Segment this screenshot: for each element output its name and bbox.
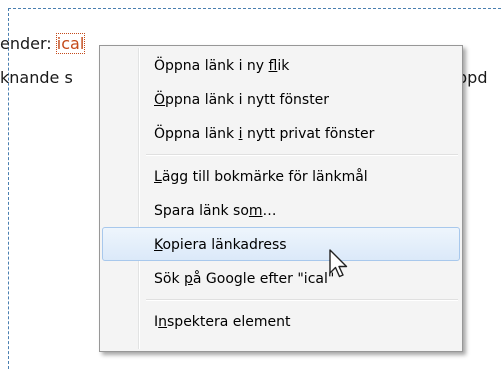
page: ender: ical knande s ppd Öppna länk i ny… [0,0,501,369]
menu-item-search-google[interactable]: Sök på Google efter "ical" [102,261,460,295]
ical-link[interactable]: ical [55,33,86,54]
access-key: Ö [154,92,166,108]
arrow-pointer-icon [329,249,348,278]
menu-separator [102,150,460,159]
menu-item-save-link-as[interactable]: Spara länk som… [102,193,460,227]
menu-item-label: ppna länk i nytt fönster [165,92,330,108]
menu-item-label: Öppna länk i ny [154,58,269,74]
access-key: n [158,314,168,330]
access-key: L [154,169,162,185]
access-key: p [184,271,193,287]
menu-separator [102,295,460,304]
editor-frame-left [8,8,9,369]
menu-item-copy-link-address[interactable]: Kopiera länkadress [102,227,460,261]
menu-item-label: opiera länkadress [162,237,287,253]
menu-item-label: å Google efter "ical" [192,271,335,287]
menu-item-label: Spara länk so [154,203,249,219]
background-text-prefix: ender: [0,34,57,53]
menu-item-open-new-window[interactable]: Öppna länk i nytt fönster [102,82,460,116]
menu-item-label: nytt privat fönster [242,126,375,142]
menu-item-label: Öppna länk [154,126,239,142]
menu-item-open-private-window[interactable]: Öppna länk i nytt privat fönster [102,116,460,150]
menu-item-inspect-element[interactable]: Inspektera element [102,304,460,338]
editor-frame-top [8,8,501,9]
menu-item-label: ägg till bokmärke för länkmål [161,169,368,185]
menu-item-open-new-tab[interactable]: Öppna länk i ny flik [102,48,460,82]
menu-item-bookmark-link[interactable]: Lägg till bokmärke för länkmål [102,159,460,193]
background-text-line-2: knande s [0,68,73,87]
menu-item-label: spektera element [167,314,291,330]
menu-item-label: … [262,203,277,219]
menu-item-label: Sök [154,271,185,287]
context-menu: Öppna länk i ny flik Öppna länk i nytt f… [99,45,463,352]
menu-item-label: lik [277,58,290,74]
background-text-line-1: ender: ical [0,33,86,54]
access-key: m [248,203,263,219]
